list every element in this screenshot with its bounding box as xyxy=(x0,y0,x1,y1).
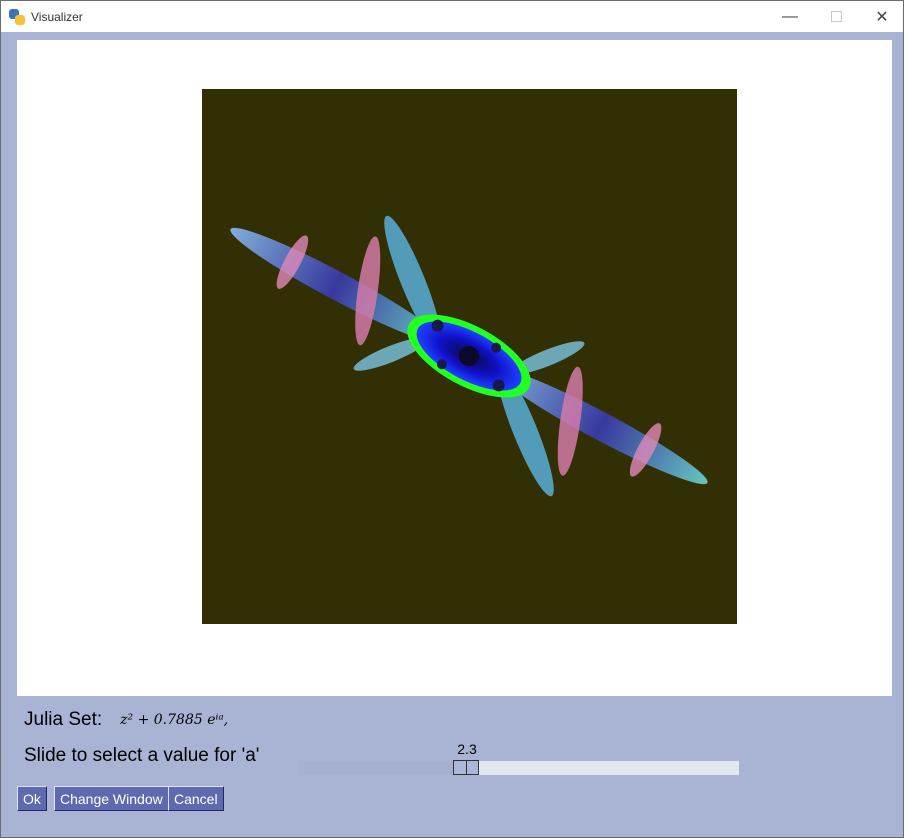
julia-set-image xyxy=(202,89,737,624)
maximize-button[interactable] xyxy=(813,1,859,32)
visualizer-window: Visualizer — ✕ Julia Set: z² + 0.7885 eⁱ… xyxy=(0,0,904,838)
title-bar: Visualizer — ✕ xyxy=(1,1,903,32)
slider-value-readout: 2.3 xyxy=(457,741,477,757)
slider-fill xyxy=(299,761,467,775)
plot-canvas xyxy=(17,40,892,696)
maximize-icon xyxy=(830,11,842,22)
python-logo-icon xyxy=(9,8,25,25)
equation-row: Julia Set: z² + 0.7885 eⁱᵃ, xyxy=(24,708,228,732)
change-window-button[interactable]: Change Window xyxy=(54,786,169,811)
slider-thumb[interactable] xyxy=(453,760,480,775)
equation-formula: z² + 0.7885 eⁱᵃ, xyxy=(120,712,229,728)
close-button[interactable]: ✕ xyxy=(859,1,903,32)
cancel-button[interactable]: Cancel xyxy=(168,786,224,811)
julia-fractal-graphic xyxy=(230,215,708,497)
slider-label: Slide to select a value for 'a' xyxy=(24,745,260,766)
minimize-button[interactable]: — xyxy=(767,1,813,32)
a-value-slider[interactable] xyxy=(299,760,739,775)
window-title: Visualizer xyxy=(31,9,83,24)
ok-button[interactable]: Ok xyxy=(17,786,47,811)
equation-label: Julia Set: xyxy=(24,709,103,730)
